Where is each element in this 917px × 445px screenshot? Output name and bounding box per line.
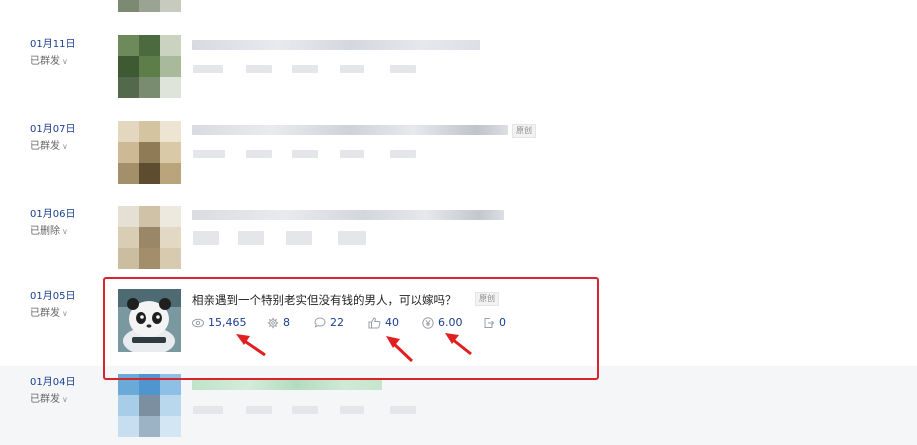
blurred-title [192,125,508,135]
highlight-box [103,277,599,380]
article-row[interactable]: 01月07日 已群发 ∨ 原创 [0,115,917,200]
chevron-down-icon: ∨ [62,227,68,236]
article-thumbnail[interactable] [118,374,181,437]
article-date: 01月07日 [30,124,76,135]
article-status[interactable]: 已群发 ∨ [30,140,75,154]
thumbnail-top-partial [118,0,181,12]
blurred-title [192,210,504,220]
blurred-title [192,40,480,50]
article-thumbnail[interactable] [118,35,181,98]
article-date: 01月11日 [30,39,76,50]
article-date: 01月04日 [30,377,76,388]
chevron-down-icon: ∨ [62,142,68,151]
article-thumbnail[interactable] [118,121,181,184]
chevron-down-icon: ∨ [62,57,68,66]
article-status[interactable]: 已群发 ∨ [30,393,75,407]
article-row[interactable]: 01月11日 已群发 ∨ [0,30,917,110]
original-tag: 原创 [512,124,536,138]
article-date: 01月06日 [30,209,76,220]
article-status[interactable]: 已群发 ∨ [30,55,75,69]
blurred-title [192,380,382,390]
chevron-down-icon: ∨ [62,309,68,318]
chevron-down-icon: ∨ [62,395,68,404]
article-row[interactable]: 01月06日 已删除 ∨ [0,200,917,280]
article-status[interactable]: 已群发 ∨ [30,307,75,321]
article-status[interactable]: 已删除 ∨ [30,225,75,239]
article-date: 01月05日 [30,291,76,302]
article-thumbnail[interactable] [118,206,181,269]
